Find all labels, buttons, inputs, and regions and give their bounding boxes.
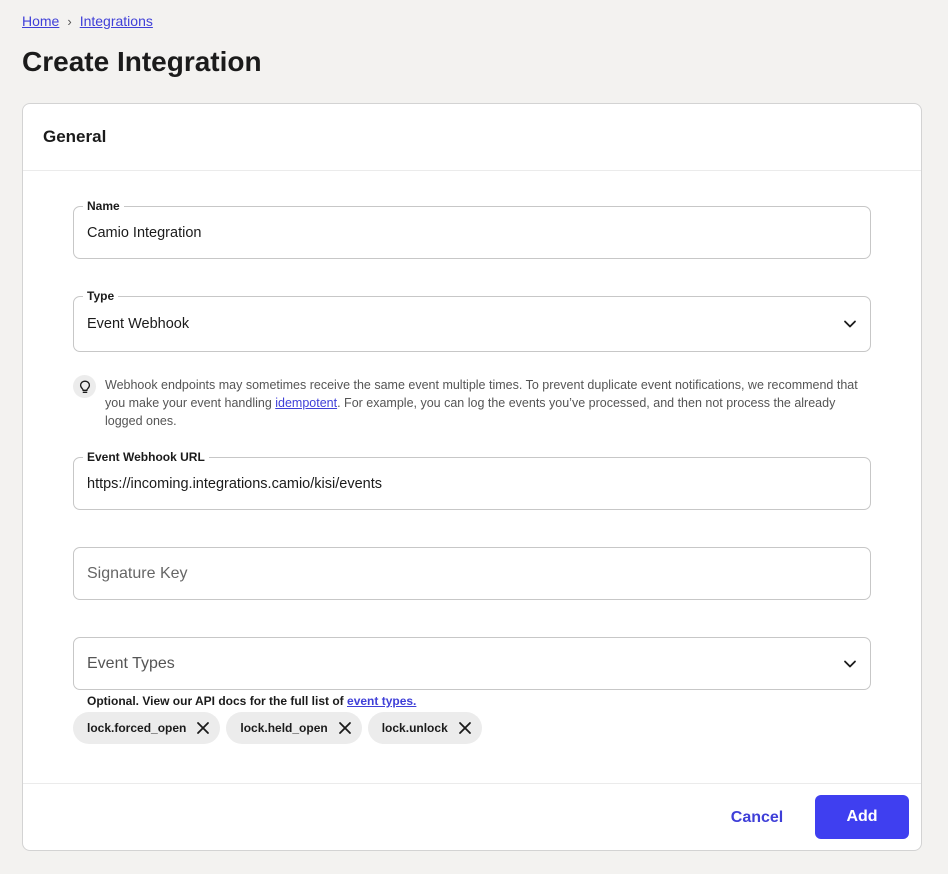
name-field[interactable]: Name: [73, 199, 871, 259]
breadcrumb: Home › Integrations: [22, 12, 153, 30]
event-type-chip: lock.unlock: [367, 712, 482, 744]
idempotent-link[interactable]: idempotent: [275, 396, 337, 410]
chevron-down-icon: [844, 660, 856, 667]
event-type-chip: lock.held_open: [226, 712, 362, 744]
section-title: General: [43, 127, 107, 146]
signature-key-field[interactable]: [73, 547, 871, 600]
remove-chip-button[interactable]: [192, 717, 214, 739]
lightbulb-icon: [73, 375, 96, 398]
event-type-chips: lock.forced_open lock.held_open lock.unl…: [73, 712, 482, 744]
remove-chip-button[interactable]: [334, 717, 356, 739]
event-types-docs-link[interactable]: event types.: [347, 694, 416, 708]
type-label: Type: [83, 289, 119, 303]
event-types-placeholder: Event Types: [87, 654, 175, 672]
chip-label: lock.held_open: [240, 721, 328, 735]
breadcrumb-separator: ›: [67, 13, 72, 29]
breadcrumb-integrations-link[interactable]: Integrations: [80, 13, 153, 29]
signature-key-input[interactable]: [87, 565, 857, 582]
webhook-url-input[interactable]: [87, 475, 857, 492]
type-selected-value: Event Webhook: [87, 316, 190, 332]
webhook-url-field[interactable]: Event Webhook URL: [73, 450, 871, 510]
type-select[interactable]: Type Event Webhook: [73, 289, 871, 352]
name-input[interactable]: [87, 224, 857, 241]
chevron-down-icon: [844, 320, 856, 328]
event-types-select[interactable]: Event Types: [73, 637, 871, 690]
close-icon: [197, 722, 210, 734]
chip-label: lock.forced_open: [87, 721, 187, 735]
hint-text: Webhook endpoints may sometimes receive …: [105, 378, 858, 428]
remove-chip-button[interactable]: [454, 717, 476, 739]
card-footer: Cancel Add: [23, 783, 921, 850]
close-icon: [338, 722, 351, 734]
page-title: Create Integration: [22, 46, 262, 77]
breadcrumb-home-link[interactable]: Home: [22, 13, 59, 29]
add-button[interactable]: Add: [815, 795, 909, 839]
event-types-helper: Optional. View our API docs for the full…: [87, 694, 417, 708]
cancel-button[interactable]: Cancel: [715, 796, 799, 840]
close-icon: [458, 722, 471, 734]
name-label: Name: [83, 199, 124, 213]
idempotency-hint: Webhook endpoints may sometimes receive …: [73, 375, 873, 430]
card-header: General: [23, 104, 921, 171]
general-card: General Name Type Event Webhook Webhook …: [22, 103, 922, 851]
event-type-chip: lock.forced_open: [73, 712, 221, 744]
chip-label: lock.unlock: [381, 721, 448, 735]
webhook-url-label: Event Webhook URL: [83, 450, 209, 464]
